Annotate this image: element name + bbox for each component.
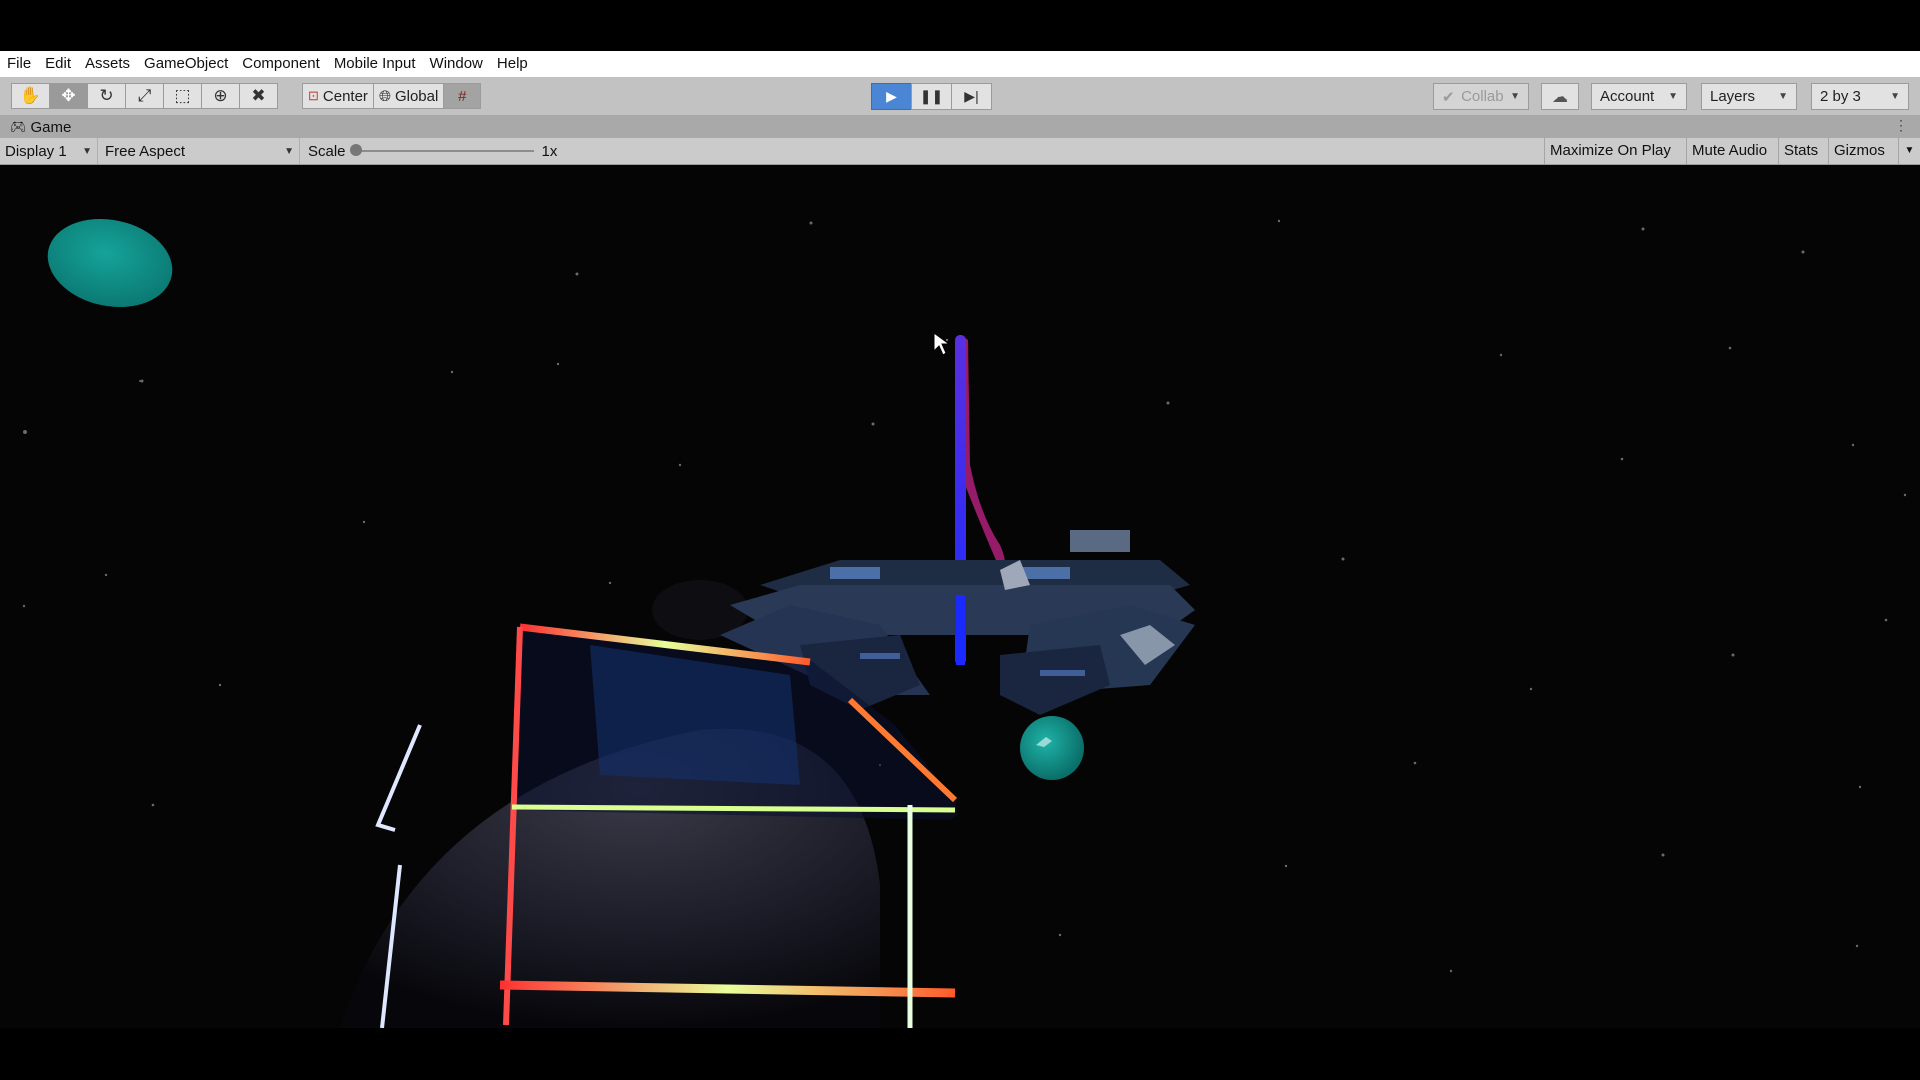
display-dropdown[interactable]: Display 1 ▼ bbox=[0, 138, 98, 164]
play-button[interactable]: ▶ bbox=[871, 83, 912, 110]
scale-slider[interactable] bbox=[349, 144, 534, 156]
transform-icon: ⊕ bbox=[213, 86, 228, 105]
menu-edit[interactable]: Edit bbox=[38, 51, 78, 77]
chevron-down-icon: ▼ bbox=[82, 145, 92, 157]
pivot-rotation-button[interactable]: 🌐︎ Global bbox=[372, 83, 445, 109]
chevron-down-icon: ▼ bbox=[284, 145, 294, 157]
menu-component[interactable]: Component bbox=[235, 51, 327, 77]
pivot-rotation-label: Global bbox=[394, 87, 439, 105]
menu-assets[interactable]: Assets bbox=[78, 51, 137, 77]
chevron-down-icon: ▼ bbox=[1778, 91, 1788, 102]
chevron-down-icon: ▼ bbox=[1904, 145, 1915, 156]
rect-tool-button[interactable]: ⬚ bbox=[163, 83, 202, 109]
collab-dropdown[interactable]: ✔ Collab ▼ bbox=[1433, 83, 1529, 110]
maximize-on-play-toggle[interactable]: Maximize On Play bbox=[1544, 138, 1686, 164]
game-view-controls: Display 1 ▼ Free Aspect ▼ Scale 1x Maxim… bbox=[0, 138, 1920, 165]
move-icon: ✥ bbox=[61, 86, 76, 105]
pause-icon: ❚❚ bbox=[919, 88, 944, 104]
transform-tool-button[interactable]: ⊕ bbox=[201, 83, 240, 109]
pause-button[interactable]: ❚❚ bbox=[911, 83, 952, 110]
layout-label: 2 by 3 bbox=[1820, 88, 1861, 105]
chevron-down-icon: ▼ bbox=[1668, 91, 1678, 102]
scale-value: 1x bbox=[541, 142, 558, 160]
globe-icon: 🌐︎ bbox=[378, 87, 391, 105]
teal-orb bbox=[1020, 716, 1084, 780]
collab-label: Collab bbox=[1461, 88, 1504, 105]
tab-game-label: Game bbox=[30, 118, 72, 136]
rotate-tool-button[interactable]: ↻ bbox=[87, 83, 126, 109]
scale-tool-button[interactable]: ⤢ bbox=[125, 83, 164, 109]
grid-icon: # bbox=[458, 87, 467, 105]
playback-controls: ▶ ❚❚ ▶| bbox=[871, 83, 992, 110]
scale-icon: ⤢ bbox=[137, 86, 152, 105]
play-icon: ▶ bbox=[886, 88, 897, 104]
scale-label: Scale bbox=[308, 142, 346, 160]
rect-icon: ⬚ bbox=[174, 86, 191, 105]
check-icon: ✔ bbox=[1442, 88, 1455, 106]
chevron-down-icon: ▼ bbox=[1510, 91, 1520, 102]
hand-tool-button[interactable]: ✋ bbox=[11, 83, 50, 109]
center-icon: ⊡ bbox=[308, 88, 319, 103]
scale-control: Scale 1x bbox=[308, 138, 557, 164]
display-label: Display 1 bbox=[5, 142, 67, 160]
tab-game[interactable]: 🎮︎ Game bbox=[0, 119, 71, 136]
account-dropdown[interactable]: Account ▼ bbox=[1591, 83, 1687, 110]
gizmos-dropdown[interactable]: ▼ bbox=[1898, 138, 1920, 164]
menu-file[interactable]: File bbox=[0, 51, 38, 77]
menu-gameobject[interactable]: GameObject bbox=[137, 51, 235, 77]
teal-planet bbox=[47, 218, 173, 308]
layout-dropdown[interactable]: 2 by 3 ▼ bbox=[1811, 83, 1909, 110]
aspect-dropdown[interactable]: Free Aspect ▼ bbox=[100, 138, 300, 164]
cloud-button[interactable]: ☁ bbox=[1541, 83, 1579, 110]
main-toolbar: ✋ ✥ ↻ ⤢ ⬚ ⊕ ✖ ⊡ Center 🌐︎ Global # ▶ ❚❚ … bbox=[0, 77, 1920, 116]
letterbox-bottom bbox=[0, 1028, 1920, 1080]
menu-bar: File Edit Assets GameObject Component Mo… bbox=[0, 51, 1920, 77]
chevron-down-icon: ▼ bbox=[1890, 91, 1900, 102]
mute-audio-toggle[interactable]: Mute Audio bbox=[1686, 138, 1778, 164]
hand-icon: ✋ bbox=[19, 86, 42, 105]
kebab-menu-icon[interactable]: ⋮ bbox=[1894, 117, 1908, 134]
move-tool-button[interactable]: ✥ bbox=[49, 83, 88, 109]
tools-icon: ✖ bbox=[251, 86, 266, 105]
stats-toggle[interactable]: Stats bbox=[1778, 138, 1828, 164]
layers-dropdown[interactable]: Layers ▼ bbox=[1701, 83, 1797, 110]
pivot-mode-button[interactable]: ⊡ Center bbox=[302, 83, 374, 109]
custom-tool-button[interactable]: ✖ bbox=[239, 83, 278, 109]
game-tab-bar: 🎮︎ Game ⋮ bbox=[0, 116, 1920, 138]
layers-label: Layers bbox=[1710, 88, 1756, 105]
grid-snap-button[interactable]: # bbox=[443, 83, 482, 109]
cloud-icon: ☁ bbox=[1552, 88, 1568, 106]
mouse-cursor-icon bbox=[933, 332, 951, 356]
game-viewport[interactable] bbox=[0, 165, 1920, 1028]
step-button[interactable]: ▶| bbox=[951, 83, 992, 110]
transform-tools: ✋ ✥ ↻ ⤢ ⬚ ⊕ ✖ bbox=[11, 83, 278, 111]
gizmos-toggle[interactable]: Gizmos bbox=[1828, 138, 1898, 164]
account-label: Account bbox=[1600, 88, 1655, 105]
aspect-label: Free Aspect bbox=[105, 142, 186, 160]
gamepad-icon: 🎮︎ bbox=[10, 119, 27, 134]
menu-window[interactable]: Window bbox=[423, 51, 490, 77]
pivot-mode-label: Center bbox=[322, 87, 368, 105]
rotate-icon: ↻ bbox=[99, 86, 114, 105]
menu-mobile-input[interactable]: Mobile Input bbox=[327, 51, 423, 77]
pivot-group: ⊡ Center 🌐︎ Global # bbox=[302, 83, 482, 111]
scale-slider-thumb[interactable] bbox=[349, 144, 362, 156]
game-scene bbox=[22, 218, 1907, 1028]
letterbox-top bbox=[0, 0, 1920, 51]
step-icon: ▶| bbox=[964, 88, 979, 104]
beam-lower bbox=[956, 595, 965, 665]
menu-help[interactable]: Help bbox=[490, 51, 535, 77]
